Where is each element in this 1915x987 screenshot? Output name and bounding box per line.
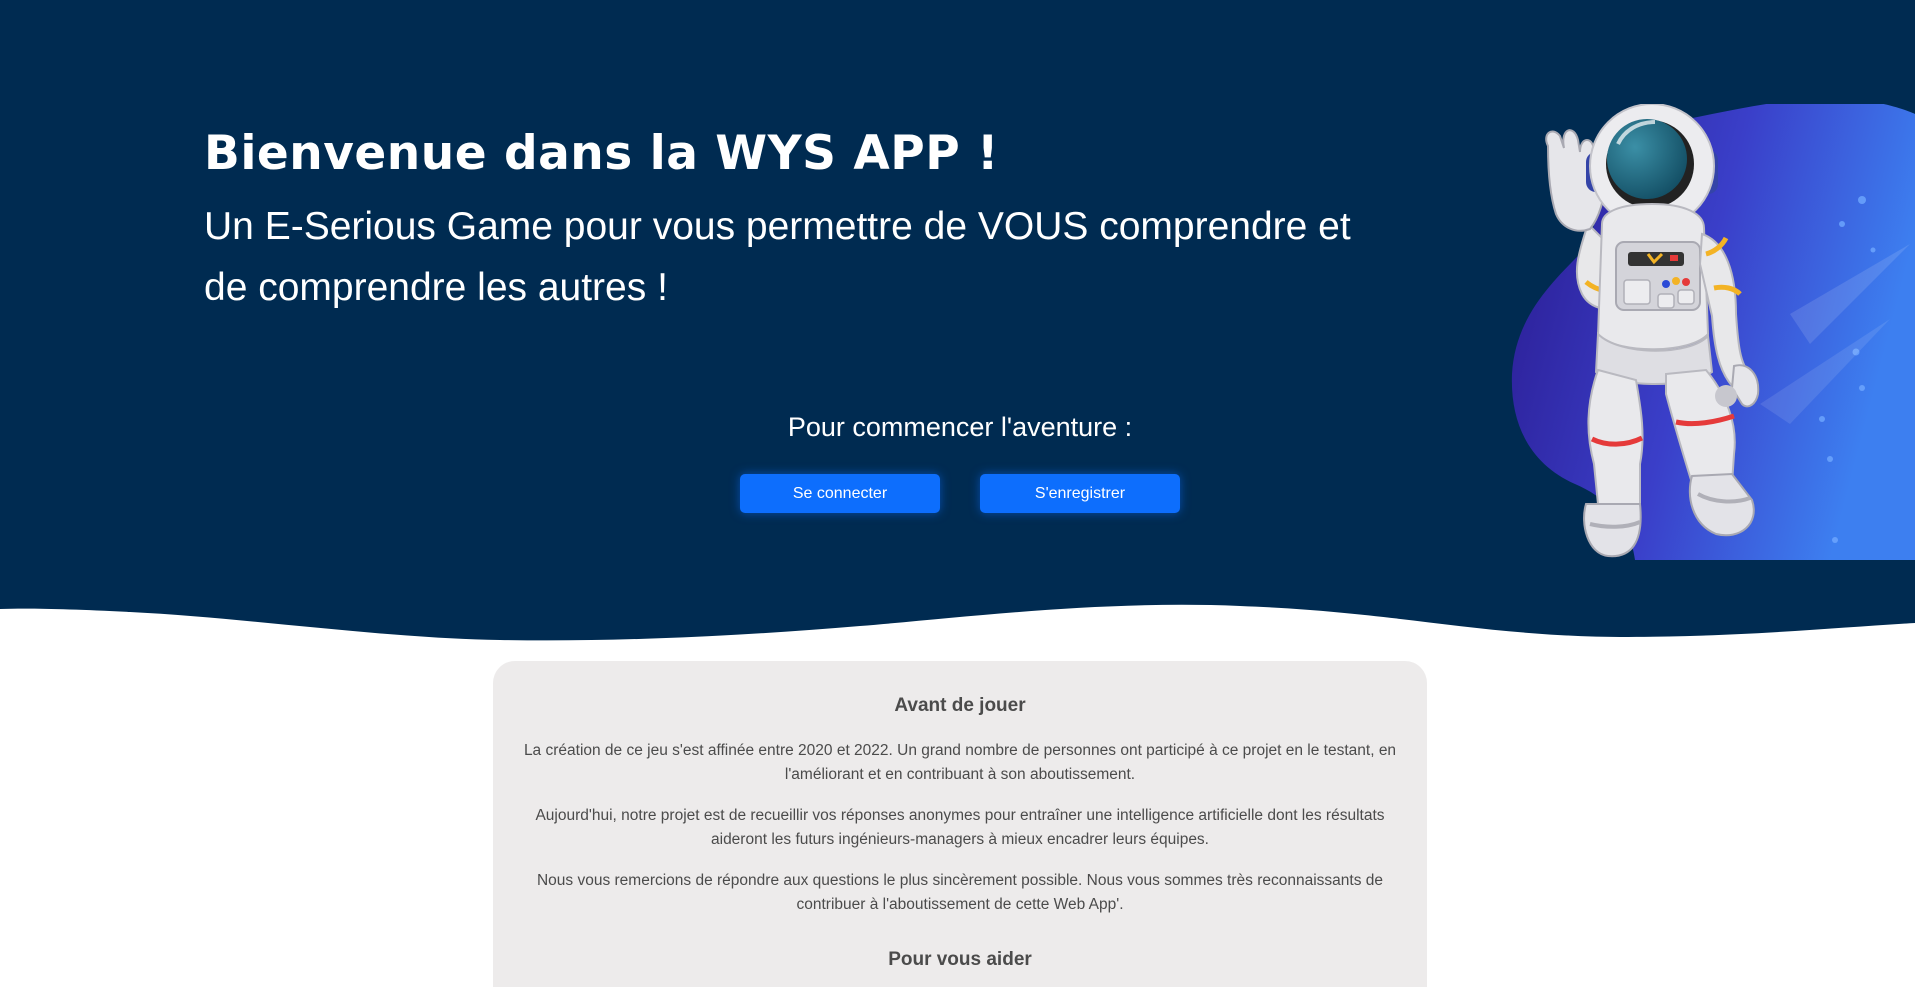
info-card: Avant de jouer La création de ce jeu s'e… — [493, 661, 1427, 987]
hero-section: Bienvenue dans la WYS APP ! Un E-Serious… — [0, 0, 1915, 650]
card-paragraph-thanks: Nous vous remercions de répondre aux que… — [536, 872, 1384, 913]
register-button[interactable]: S'enregistrer — [980, 474, 1180, 513]
astronaut-illustration — [1511, 104, 1915, 560]
login-button[interactable]: Se connecter — [740, 474, 940, 513]
card-paragraph-creation: La création de ce jeu s'est affinée entr… — [523, 742, 1397, 783]
page-subtitle: Un E-Serious Game pour vous permettre de… — [204, 205, 1351, 309]
page-title: Bienvenue dans la WYS APP ! — [204, 126, 999, 181]
card-paragraph-project: Aujourd'hui, notre projet est de recueil… — [535, 807, 1385, 848]
card-subheading: Pour vous aider — [888, 949, 1032, 970]
landing-page: Bienvenue dans la WYS APP ! Un E-Serious… — [0, 0, 1915, 987]
card-heading: Avant de jouer — [894, 695, 1026, 716]
cta-label: Pour commencer l'aventure : — [787, 412, 1133, 442]
